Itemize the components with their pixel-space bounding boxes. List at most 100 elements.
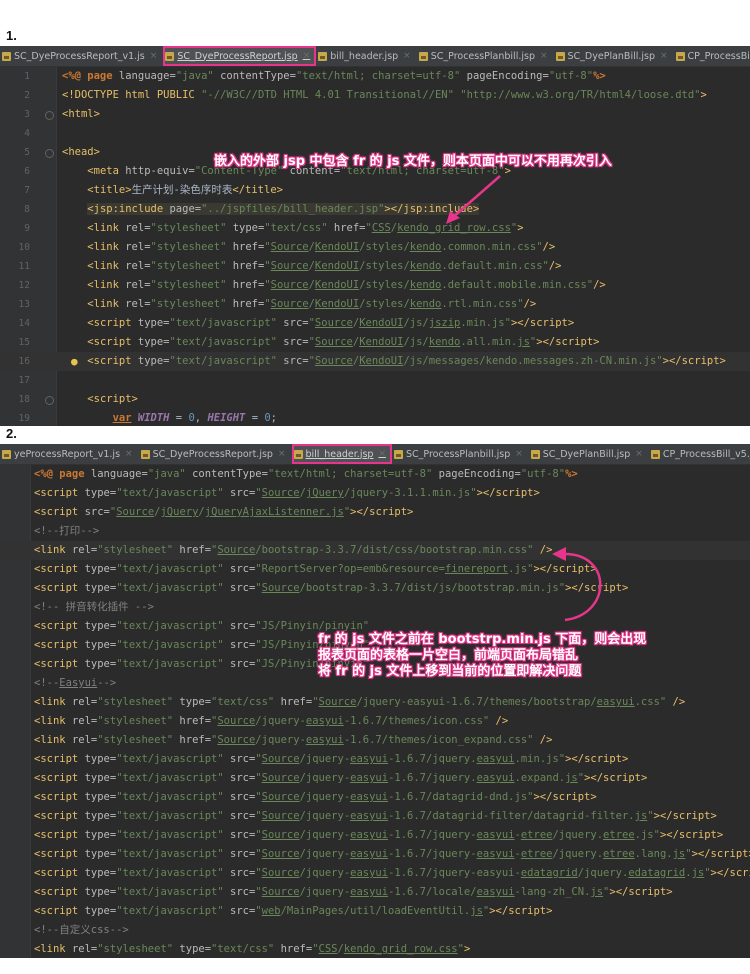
code-line: <!DOCTYPE html PUBLIC "-//W3C//DTD HTML … [62,89,707,101]
code-line: <script type="text/javascript" src="Sour… [34,867,750,879]
code-line: <link rel="stylesheet" type="text/css" h… [34,943,471,955]
jsp-file-icon [2,449,11,459]
line-number: 12 [18,280,30,291]
tab-cp-processbill-v5-js[interactable]: CP_ProcessBill_v5.js× [649,444,750,464]
tab-sc-dyeprocessreport-jsp[interactable]: SC_DyeProcessReport.jsp × [163,46,317,66]
close-icon[interactable]: × [540,51,548,61]
tab-label: SC_ProcessPlanbill.jsp [405,448,511,460]
code-line: <link rel="stylesheet" href="Source/boot… [34,544,553,556]
jsp-file-icon [318,51,328,61]
code-line: <script type="text/javascript" src="Sour… [34,848,750,860]
code-line: <script type="text/javascript" src="Sour… [87,336,600,348]
annotation-callout-1: 嵌入的外部 jsp 中包含 fr 的 js 文件，则本页面中可以不用再次引入 [214,154,612,169]
tab-label: SC_DyeProcessReport_v1.js [14,50,145,62]
close-icon[interactable]: × [125,449,133,459]
line-number: 13 [18,299,30,310]
code-line: <script type="text/javascript" src="Sour… [34,753,629,765]
jsp-file-icon [675,51,685,61]
tab-label: SC_DyeProcessReport.jsp [177,50,298,62]
code-line: <link rel="stylesheet" type="text/css" h… [87,222,524,234]
tab-bill-header-jsp[interactable]: bill_header.jsp × [316,46,416,66]
tab-sc-processplanbill-jsp[interactable]: SC_ProcessPlanbill.jsp × [392,444,529,464]
line-number: 1 [24,71,30,82]
line-number: 4 [24,128,30,139]
code-line: <jsp:include page="../jspfiles/bill_head… [87,203,480,215]
jsp-file-icon [530,449,540,459]
jsp-file-icon [293,449,303,459]
code-line: <link rel="stylesheet" href="Source/Kend… [87,298,537,310]
code-line: <link rel="stylesheet" href="Source/Kend… [87,260,562,272]
close-icon[interactable]: × [278,449,286,459]
code-line: <!--Easyui--> [34,677,117,689]
tab-bill-header-jsp[interactable]: bill_header.jsp × [291,444,392,464]
line-number: 11 [18,261,30,272]
line-number: 6 [24,166,30,177]
code-line: <link rel="stylesheet" href="Source/jque… [34,734,553,746]
tab-sc-dyeprocessreport-jsp[interactable]: SC_DyeProcessReport.jsp × [139,444,292,464]
close-icon[interactable]: × [403,51,411,61]
close-icon[interactable]: × [378,449,386,459]
line-number: 5 [24,147,30,158]
tab-sc-dyeprocessreport-v1-js[interactable]: SC_DyeProcessReport_v1.js × [0,46,163,66]
code-area[interactable]: <%@ page language="java" contentType="te… [0,465,750,958]
line-number: 9 [24,223,30,234]
jsp-file-icon [2,51,11,61]
tab-label: SC_DyePlanBill.jsp [567,50,655,62]
code-line: <script type="text/javascript" src="Sour… [34,791,597,803]
section-label-2: 2. [6,426,17,441]
code-line: <%@ page language="java" contentType="te… [34,468,578,480]
code-line: <!--打印--> [34,525,100,537]
line-number: 2 [24,90,30,101]
code-line: <title>生产计划-染色序时表</title> [87,184,283,196]
tab-sc-processplanbill-jsp[interactable]: SC_ProcessPlanbill.jsp × [417,46,554,66]
editor-tab-bar: yeProcessReport_v1.js × SC_DyeProcessRepor… [0,444,750,465]
annotation-callout-2: fr 的 js 文件之前在 bootstrp.min.js 下面，则会出现 报表页… [318,632,647,679]
line-number: 14 [18,318,30,329]
section-label-1: 1. [6,28,17,43]
tab-label: SC_ProcessPlanbill.jsp [430,50,535,62]
fold-icon[interactable] [45,111,54,120]
code-area[interactable]: 1 <%@ page language="java" contentType="t… [0,67,750,426]
editor-panel-1: SC_DyeProcessReport_v1.js × SC_DyeProcessR… [0,46,750,426]
jsp-file-icon [555,51,565,61]
close-icon[interactable]: × [515,449,523,459]
tab-label: SC_DyeProcessReport.jsp [152,448,273,460]
close-icon[interactable]: × [303,51,311,61]
jsp-file-icon [140,449,150,459]
line-number: 8 [24,204,30,215]
editor-panel-2: yeProcessReport_v1.js × SC_DyeProcessRepor… [0,444,750,958]
close-icon[interactable]: × [660,51,668,61]
code-line: <script type="text/javascript" src="Repo… [34,563,597,575]
tab-label: CP_ProcessBill [687,50,750,62]
code-line: <!-- 拼音转化插件 --> [34,601,154,613]
fold-icon[interactable] [45,149,54,158]
code-line: <head> [62,146,100,158]
code-line: <script type="text/javascript" src="Sour… [34,487,540,499]
code-line: <script src="Source/jQuery/jQueryAjaxLis… [34,506,414,518]
jsp-file-icon [418,51,428,61]
code-line: <link rel="stylesheet" type="text/css" h… [34,696,686,708]
code-line: <script type="text/javascript" src="Sour… [87,355,726,367]
tab-sc-dyeplanbill-jsp[interactable]: SC_DyePlanBill.jsp × [529,444,649,464]
line-number: 18 [18,394,30,405]
tab-label: CP_ProcessBill_v5.js [662,448,750,460]
tab-label: bill_header.jsp [330,50,399,62]
fold-icon[interactable] [45,396,54,405]
code-line: <script type="text/javascript" src="Sour… [34,582,629,594]
close-icon[interactable]: × [635,449,643,459]
close-icon[interactable]: × [150,51,158,61]
jsp-file-icon [165,51,175,61]
code-line: <script type="text/javascript" src="Sour… [34,772,648,784]
line-number: 7 [24,185,30,196]
line-number: 16 [18,356,30,367]
tab-yeprocessreport-v1-js[interactable]: yeProcessReport_v1.js × [0,444,139,464]
code-line: <link rel="stylesheet" href="Source/Kend… [87,241,556,253]
code-line: <html> [62,108,100,120]
line-number: 10 [18,242,30,253]
tab-sc-dyeplanbill-jsp[interactable]: SC_DyePlanBill.jsp × [554,46,674,66]
code-line: <script type="text/javascript" src="Sour… [34,829,724,841]
code-line: <link rel="stylesheet" href="Source/jque… [34,715,509,727]
line-number: 19 [18,413,30,424]
tab-cp-processbill[interactable]: CP_ProcessBill× [674,46,750,66]
tab-label: yeProcessReport_v1.js [14,448,121,460]
